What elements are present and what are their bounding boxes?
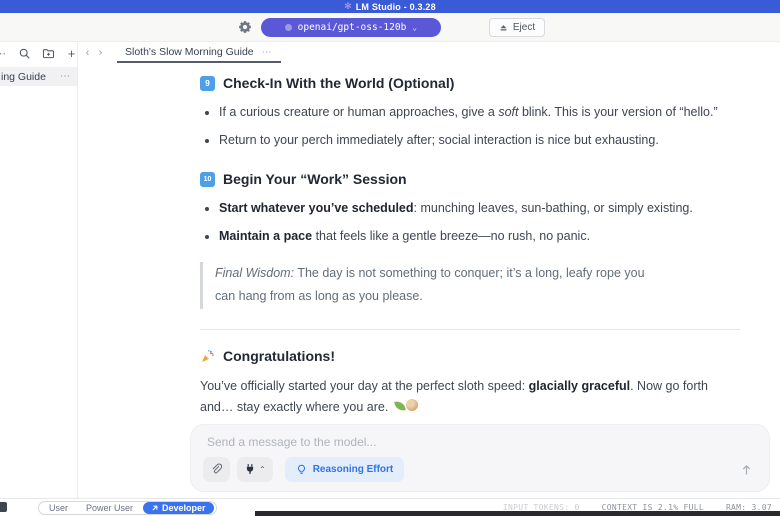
reasoning-bulb-icon <box>296 464 307 475</box>
chat-scroll-area[interactable]: 9 Check-In With the World (Optional) If … <box>78 63 780 498</box>
reasoning-effort-label: Reasoning Effort <box>313 464 394 475</box>
mode-power-user-button[interactable]: Power User <box>78 503 141 513</box>
sloth-emoji <box>406 399 418 411</box>
loaded-model-selector[interactable]: openai/gpt-oss-120b ⌄ <box>261 18 441 37</box>
leaf-emoji <box>394 400 406 412</box>
section-heading-checkin: 9 Check-In With the World (Optional) <box>200 75 740 91</box>
tab-more-icon[interactable]: ⋯ <box>262 47 273 58</box>
eject-icon <box>499 23 508 32</box>
bullet-list: If a curious creature or human approache… <box>200 103 740 149</box>
bullet-item: Maintain a pace that feels like a gentle… <box>219 227 740 245</box>
keycap-10-emoji: 10 <box>200 172 215 187</box>
bullet-list: Start whatever you’ve scheduled: munchin… <box>200 199 740 245</box>
more-icon[interactable]: ⋯ <box>0 47 7 60</box>
folder-plus-icon <box>42 47 55 60</box>
window-titlebar: ✻ LM Studio - 0.3.28 <box>0 0 780 13</box>
chat-item-label: ing Guide <box>1 71 46 83</box>
sidebar-chat-item[interactable]: ing Guide ⋯ <box>0 67 77 86</box>
bullet-item: Return to your perch immediately after; … <box>219 131 740 149</box>
chat-item-more-icon[interactable]: ⋯ <box>60 71 71 82</box>
bullet-item: Start whatever you’ve scheduled: munchin… <box>219 199 740 217</box>
eject-label: Eject <box>513 22 535 33</box>
main-panel: ‹ › Sloth's Slow Morning Guide ⋯ 9 Check… <box>78 43 780 498</box>
paperclip-icon <box>210 463 223 476</box>
model-icon <box>285 24 292 31</box>
model-toolbar: openai/gpt-oss-120b ⌄ Eject <box>0 13 780 42</box>
chevron-down-icon: ⌄ <box>412 23 417 32</box>
tab-label: Sloth's Slow Morning Guide <box>125 46 254 58</box>
heading-text: Congratulations! <box>223 348 335 364</box>
attach-file-button[interactable] <box>203 457 230 482</box>
composer-actions: ⌃ Reasoning Effort <box>203 456 755 482</box>
workspace: ⋯ + ing Guide ⋯ ‹ › Sloth's Slow Mornin <box>0 43 780 498</box>
final-wisdom-blockquote: Final Wisdom: The day is not something t… <box>200 262 645 310</box>
gear-icon <box>238 20 252 34</box>
window-title: LM Studio - 0.3.28 <box>356 2 436 12</box>
chats-sidebar: ⋯ + ing Guide ⋯ <box>0 43 78 498</box>
mode-developer-button[interactable]: Developer <box>143 502 214 514</box>
developer-arrow-icon <box>151 504 159 512</box>
tab-forward-button[interactable]: › <box>94 47 107 59</box>
new-folder-button[interactable] <box>42 47 55 61</box>
heading-text: Check-In With the World (Optional) <box>223 75 454 91</box>
tab-back-button[interactable]: ‹ <box>81 47 94 59</box>
plugins-button[interactable]: ⌃ <box>237 457 273 482</box>
tab-strip: ‹ › Sloth's Slow Morning Guide ⋯ <box>78 43 780 63</box>
lm-studio-window: ✻ LM Studio - 0.3.28 openai/gpt-oss-120b… <box>0 0 780 516</box>
message-input[interactable] <box>207 435 753 455</box>
new-chat-button[interactable]: + <box>66 47 77 61</box>
mode-user-button[interactable]: User <box>41 503 76 513</box>
collapsed-panel-handle[interactable] <box>0 502 7 512</box>
send-message-button[interactable] <box>737 460 755 478</box>
send-up-arrow-icon <box>740 463 753 476</box>
party-popper-emoji <box>200 349 215 364</box>
plug-icon <box>244 463 256 475</box>
chevron-up-icon: ⌃ <box>259 465 266 474</box>
lm-studio-logo-icon: ✻ <box>344 2 352 11</box>
section-heading-congrats: Congratulations! <box>200 348 740 364</box>
search-icon <box>18 47 31 60</box>
assistant-message: 9 Check-In With the World (Optional) If … <box>200 75 740 477</box>
message-composer: ⌃ Reasoning Effort <box>190 424 770 492</box>
keycap-9-emoji: 9 <box>200 76 215 91</box>
settings-button[interactable] <box>235 17 255 37</box>
sidebar-toolbar: ⋯ + <box>0 43 77 64</box>
user-mode-switcher: User Power User Developer <box>38 501 217 515</box>
model-name: openai/gpt-oss-120b <box>298 22 407 33</box>
section-heading-work: 10 Begin Your “Work” Session <box>200 171 740 187</box>
divider <box>200 329 740 330</box>
eject-model-button[interactable]: Eject <box>489 18 545 37</box>
mode-developer-label: Developer <box>162 503 206 513</box>
search-chats-button[interactable] <box>18 47 31 61</box>
reasoning-effort-button[interactable]: Reasoning Effort <box>285 457 405 482</box>
tab-active-chat[interactable]: Sloth's Slow Morning Guide ⋯ <box>117 43 281 63</box>
bottom-dark-strip <box>255 511 780 516</box>
bullet-item: If a curious creature or human approache… <box>219 103 740 121</box>
heading-text: Begin Your “Work” Session <box>223 171 407 187</box>
closing-paragraph: You’ve officially started your day at th… <box>200 376 740 417</box>
